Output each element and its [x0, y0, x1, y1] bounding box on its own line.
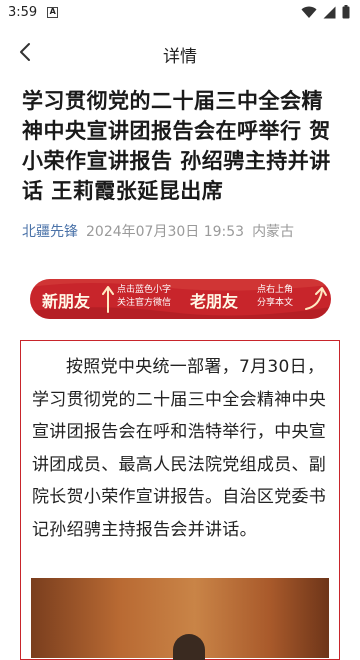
old-friend-hint-line1: 点右上角 — [257, 285, 294, 295]
old-friend-hint-line2: 分享本文 — [257, 298, 294, 308]
old-friend-hint: 点右上角 分享本文 — [257, 284, 293, 310]
curved-arrow-icon — [305, 287, 327, 310]
notification-a-icon: A — [47, 6, 59, 18]
follow-share-banner[interactable]: 新朋友 点击蓝色小字 关注官方微信 老朋友 点右上角 分享本文 — [30, 279, 331, 319]
article-region: 内蒙古 — [252, 224, 295, 240]
article-source-link[interactable]: 北疆先锋 — [22, 221, 78, 241]
article-meta: 北疆先锋 2024年07月30日 19:53 内蒙古 — [22, 221, 294, 241]
status-time: 3:59 — [8, 4, 38, 20]
battery-icon — [342, 5, 350, 19]
status-right — [301, 5, 350, 19]
new-friend-hint: 点击蓝色小字 关注官方微信 — [117, 284, 171, 310]
photo-person-silhouette — [173, 634, 205, 660]
status-left: 3:59 A — [8, 4, 59, 20]
page-title: 详情 — [163, 47, 197, 67]
article-photo — [31, 578, 329, 660]
article-date: 2024年07月30日 19:53 — [86, 224, 245, 240]
signal-icon — [323, 6, 336, 18]
wifi-icon — [301, 6, 317, 18]
article-title: 学习贯彻党的二十届三中全会精神中央宣讲团报告会在呼举行 贺小荣作宣讲报告 孙绍骋… — [22, 89, 331, 203]
article-paragraph: 按照党中央统一部署，7月30日，学习贯彻党的二十届三中全会精神中央宣讲团报告会在… — [32, 357, 327, 540]
nav-bar: 详情 — [0, 24, 360, 80]
status-bar: 3:59 A — [0, 0, 360, 24]
new-friend-hint-line2: 关注官方微信 — [117, 298, 172, 308]
article-body-box: 按照党中央统一部署，7月30日，学习贯彻党的二十届三中全会精神中央宣讲团报告会在… — [20, 340, 340, 660]
old-friend-label: 老朋友 — [190, 292, 239, 311]
new-friend-hint-line1: 点击蓝色小字 — [117, 285, 172, 295]
arrow-up-icon — [102, 286, 114, 313]
new-friend-label: 新朋友 — [42, 292, 91, 311]
